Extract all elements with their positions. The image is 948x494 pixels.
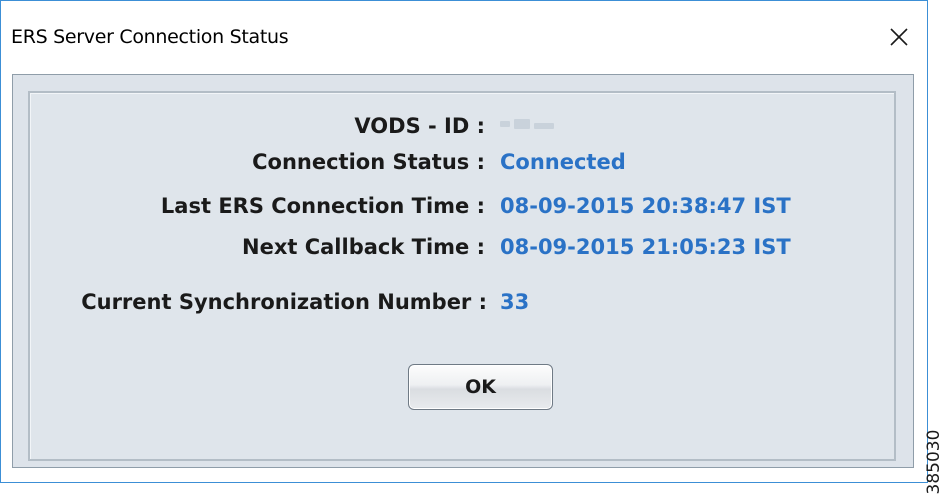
connection-status-value: Connected [500,150,626,174]
ok-button[interactable]: OK [408,364,553,410]
sync-number-row: Current Synchronization Number : 33 [0,287,948,317]
next-callback-time-label: Next Callback Time : [242,235,485,259]
vods-id-row: VODS - ID : [0,111,948,141]
close-button[interactable] [874,15,924,59]
redacted-vods-id [500,117,556,133]
sync-number-label: Current Synchronization Number : [81,290,487,314]
last-connection-time-label: Last ERS Connection Time : [160,194,485,218]
connection-status-row: Connection Status : Connected [0,147,948,177]
connection-status-label: Connection Status : [252,150,485,174]
next-callback-time-row: Next Callback Time : 08-09-2015 21:05:23… [0,232,948,262]
sync-number-value: 33 [500,290,530,314]
window-title: ERS Server Connection Status [11,26,289,48]
figure-id: 385030 [924,430,944,494]
figure-id-text: 385030 [924,429,944,494]
vods-id-label: VODS - ID : [354,114,485,138]
close-icon [890,28,908,46]
next-callback-time-value: 08-09-2015 21:05:23 IST [500,235,791,259]
title-bar[interactable]: ERS Server Connection Status [1,1,927,75]
last-connection-time-row: Last ERS Connection Time : 08-09-2015 20… [0,191,948,221]
last-connection-time-value: 08-09-2015 20:38:47 IST [500,194,791,218]
